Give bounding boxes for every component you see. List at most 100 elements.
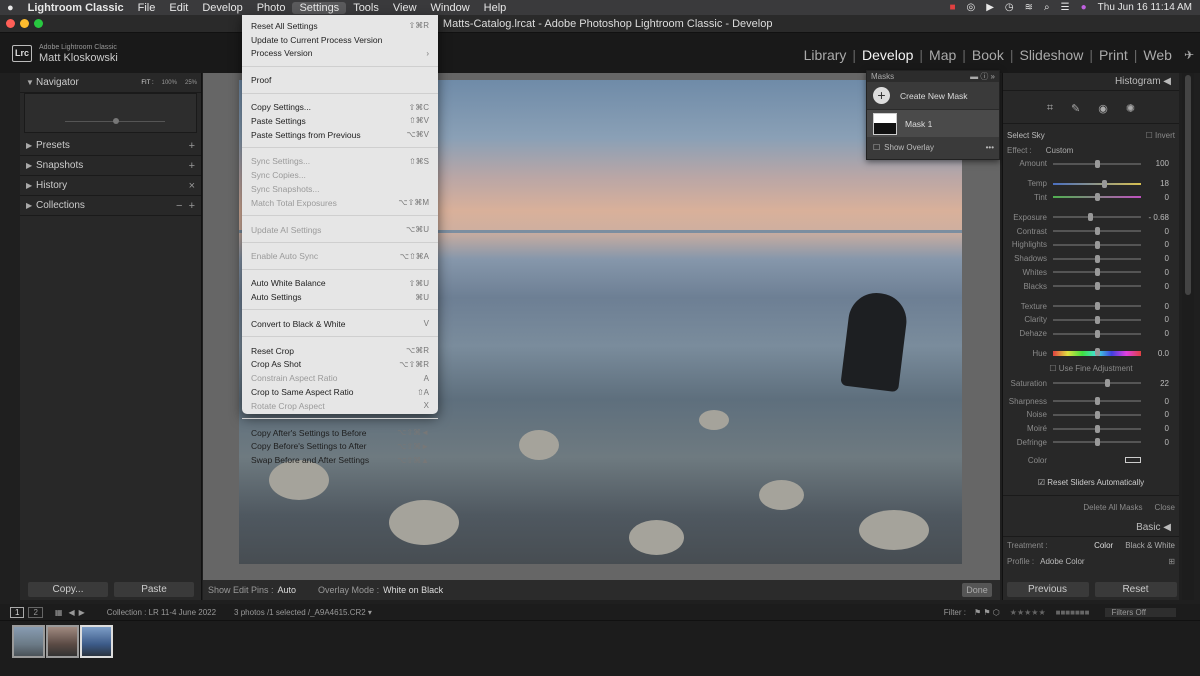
slider-track[interactable] [1053,213,1141,222]
add-snapshot-icon[interactable]: + [189,160,195,172]
slider-knob[interactable] [1095,268,1100,277]
slider-knob[interactable] [1095,397,1100,406]
menu-edit[interactable]: Edit [162,2,195,14]
heal-tool-icon[interactable]: ✎ [1071,102,1080,115]
siri-icon[interactable]: ● [1081,2,1087,13]
wifi-icon[interactable]: ≋ [1025,2,1033,13]
collection-source[interactable]: Collection : LR 11-4 June 2022 [107,608,216,617]
menu-item[interactable]: Sync Settings... ⇧⌘S [242,155,438,169]
slider-knob[interactable] [1095,240,1100,249]
menu-item[interactable]: Match Total Exposures ⌥⇧⌘M [242,196,438,210]
navigator-header[interactable]: ▼ Navigator FIT : 100% 25% [20,73,201,93]
play-icon[interactable]: ▶ [986,2,994,13]
history-header[interactable]: ▶ History × [20,176,201,196]
navigator-preview[interactable] [24,93,197,133]
control-center-icon[interactable]: ☰ [1061,2,1070,13]
slider-knob[interactable] [1095,159,1100,168]
slider-value[interactable]: 0 [1141,268,1169,277]
slider-knob[interactable] [1095,329,1100,338]
apple-menu-icon[interactable]: ● [0,2,21,14]
menu-photo[interactable]: Photo [250,2,293,14]
slider-value[interactable]: 0 [1141,193,1169,202]
menu-develop[interactable]: Develop [195,2,249,14]
film-thumbnail-2[interactable] [46,625,79,658]
slider-track[interactable] [1053,329,1141,338]
search-icon[interactable]: ⌕ [1044,2,1050,13]
slider-knob[interactable] [1095,410,1100,419]
slider-knob[interactable] [1095,302,1100,311]
snapshots-header[interactable]: ▶ Snapshots + [20,156,201,176]
slider-value[interactable]: 100 [1141,159,1169,168]
slider-value[interactable]: 0 [1141,282,1169,291]
bw-treatment-button[interactable]: Black & White [1125,541,1175,550]
menu-item[interactable]: Rotate Crop Aspect X [242,399,438,413]
grid-view-icon[interactable]: ▦ [55,608,63,617]
slider-track[interactable] [1053,438,1141,447]
mask-thumbnail[interactable] [873,112,897,135]
pins-select[interactable]: Auto [278,585,297,595]
film-thumbnail-1[interactable] [12,625,45,658]
slider-knob[interactable] [1095,315,1100,324]
filter-flags-icon[interactable]: ⚑ ⚑ ⬡ [974,608,1000,617]
slider-track[interactable] [1053,227,1141,236]
slider-track[interactable] [1053,282,1141,291]
slider-value[interactable]: 0 [1141,315,1169,324]
menu-item[interactable]: Crop As Shot ⌥⇧⌘R [242,358,438,372]
add-preset-icon[interactable]: + [189,140,195,152]
slider-track[interactable] [1053,397,1141,406]
star-rating-filter[interactable]: ★★★★★ [1010,608,1046,617]
plugin-icon[interactable]: ✈ [1178,48,1200,62]
slider-knob[interactable] [1102,179,1108,188]
zoom-window-button[interactable] [34,19,43,28]
slider-knob[interactable] [1095,227,1100,236]
menu-view[interactable]: View [386,2,424,14]
menu-window[interactable]: Window [424,2,477,14]
collection-minus-plus-icon[interactable]: − + [176,200,195,212]
slider-value[interactable]: 22 [1141,379,1169,388]
slider-track[interactable] [1053,179,1141,188]
slider-value[interactable]: 0.0 [1141,349,1169,358]
slider-value[interactable]: 0 [1141,302,1169,311]
slider-knob[interactable] [1104,379,1110,388]
filters-off-select[interactable]: Filters Off [1105,607,1176,617]
clock-icon[interactable]: ◷ [1005,2,1014,13]
menu-item[interactable]: Sync Copies... [242,168,438,182]
histogram-header[interactable]: Histogram ◀ [1003,73,1179,91]
slider-value[interactable]: 0 [1141,227,1169,236]
menu-item[interactable]: Copy After's Settings to Before ⌥⇧⌘◄ [242,426,438,440]
module-map[interactable]: Map [923,47,962,63]
fine-adjust-checkbox[interactable]: ☐ [1049,364,1058,373]
app-menu[interactable]: Lightroom Classic [21,2,131,14]
display-1-button[interactable]: 1 [10,606,25,618]
slider-value[interactable]: 0 [1141,329,1169,338]
datetime[interactable]: Thu Jun 16 11:14 AM [1098,2,1192,13]
slider-knob[interactable] [1095,282,1100,291]
slider-track[interactable] [1053,240,1141,249]
menu-settings[interactable]: Settings [292,1,347,14]
menu-item[interactable]: Update AI Settings ⌥⌘U [242,223,438,237]
slider-value[interactable]: 0 [1141,438,1169,447]
slider-knob[interactable] [1095,254,1100,263]
create-new-mask[interactable]: Create New Mask [900,91,968,101]
more-options-icon[interactable]: ••• [986,143,994,152]
masking-tool-icon[interactable]: ✺ [1126,102,1135,115]
create-mask-plus-icon[interactable]: + [873,87,890,104]
menu-item[interactable]: Crop to Same Aspect Ratio ⇧A [242,385,438,399]
menu-item[interactable]: Reset Crop ⌥⌘R [242,344,438,358]
overlay-mode-select[interactable]: White on Black [383,585,443,595]
slider-track[interactable] [1053,193,1141,202]
module-web[interactable]: Web [1137,47,1178,63]
slider-knob[interactable] [1095,438,1100,447]
slider-knob[interactable] [1087,213,1093,222]
reset-button[interactable]: Reset [1094,582,1177,597]
menu-item[interactable]: Proof [242,73,438,87]
profile-browser-icon[interactable]: ⊞ [1168,557,1175,566]
mask-1[interactable]: Mask 1 [905,119,932,129]
menu-file[interactable]: File [131,2,163,14]
close-masks-button[interactable]: Close [1155,503,1175,512]
slider-value[interactable]: 18 [1141,179,1169,188]
menu-item[interactable]: Copy Settings... ⇧⌘C [242,100,438,114]
slider-track[interactable] [1053,379,1141,388]
slider-value[interactable]: - 0.68 [1141,213,1169,222]
module-develop[interactable]: Develop [856,47,919,63]
